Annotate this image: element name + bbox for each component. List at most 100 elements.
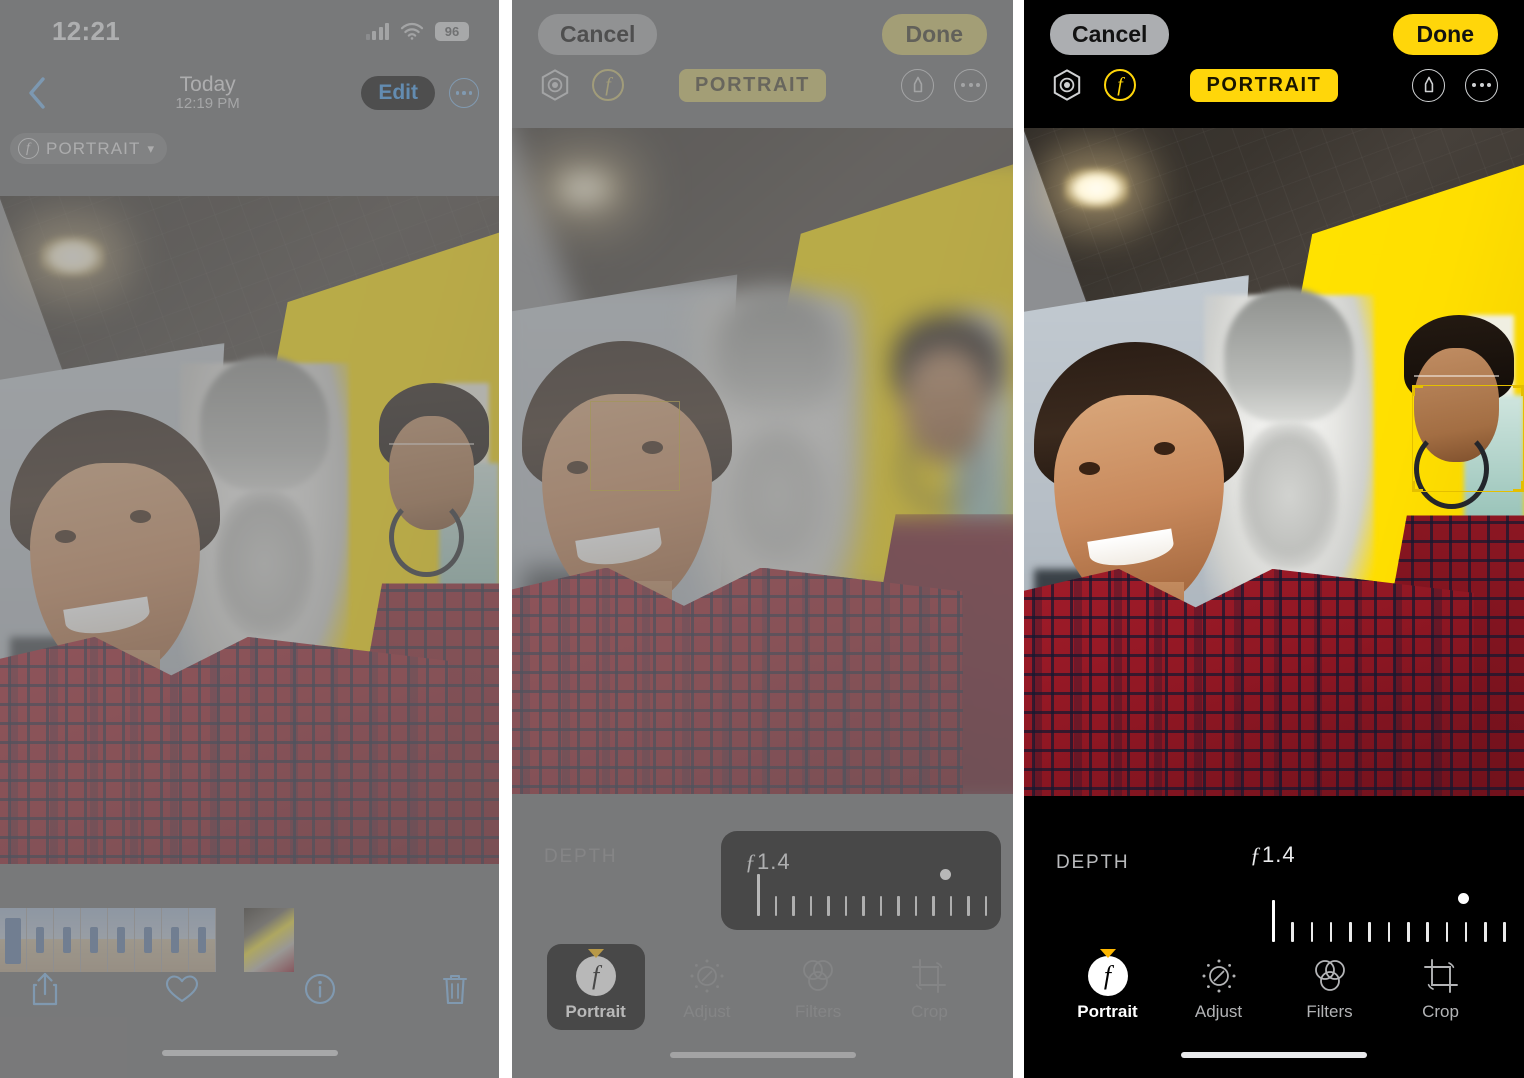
cellular-signal-icon: [365, 22, 389, 40]
panel-divider: [1013, 0, 1024, 1078]
viewer-toolbar: [0, 960, 499, 1022]
tab-label: Filters: [1306, 1002, 1353, 1021]
portrait-f-icon: f: [1059, 954, 1157, 998]
tab-crop[interactable]: Crop: [880, 944, 978, 1030]
face-focus-box: [589, 401, 680, 491]
photo-preview[interactable]: [1024, 128, 1524, 796]
panel-editor-dimmed: Cancel Done f PORTRAIT DEPTH ƒ1.4 f Port…: [512, 0, 1013, 1078]
aperture-f-icon[interactable]: f: [592, 69, 624, 101]
depth-tick: [809, 896, 813, 916]
trash-icon[interactable]: [441, 972, 469, 1011]
depth-number: 1.4: [757, 849, 791, 874]
tab-label: Portrait: [1077, 1002, 1138, 1021]
adjust-dial-icon: [1170, 954, 1268, 998]
portrait-badge-label: PORTRAIT: [46, 138, 141, 158]
depth-ticks[interactable]: [757, 874, 988, 916]
home-indicator: [669, 1052, 856, 1058]
aperture-f-icon[interactable]: f: [1104, 69, 1136, 101]
depth-value: ƒ1.4: [745, 849, 791, 875]
tab-label: Adjust: [683, 1002, 731, 1021]
editor-header-actions: Cancel Done: [512, 0, 1013, 55]
cancel-button[interactable]: Cancel: [1050, 14, 1170, 55]
tab-adjust[interactable]: Adjust: [1170, 944, 1268, 1030]
ellipsis-circle-icon[interactable]: [449, 78, 479, 108]
depth-tick: [932, 896, 935, 916]
depth-slider-knob[interactable]: [1458, 893, 1469, 904]
live-photo-icon[interactable]: [538, 68, 572, 102]
editor-header: Cancel Done f PORTRAIT: [512, 0, 1013, 128]
share-icon[interactable]: [30, 971, 60, 1012]
active-indicator-triangle: [1099, 949, 1116, 958]
page-subtitle: 12:19 PM: [175, 95, 240, 113]
done-button[interactable]: Done: [881, 14, 987, 55]
panel-divider: [499, 0, 512, 1078]
status-clock: 12:21: [52, 15, 120, 46]
status-bar: 12:21 96: [0, 0, 499, 62]
depth-tick: [984, 896, 988, 916]
depth-label: DEPTH: [544, 846, 618, 867]
portrait-chip[interactable]: PORTRAIT: [1190, 68, 1338, 102]
depth-tick: [879, 896, 883, 916]
nav-title-block: Today 12:19 PM: [54, 73, 361, 113]
tab-label: Portrait: [565, 1002, 626, 1021]
depth-value: ƒ1.4: [1250, 842, 1296, 868]
tab-portrait[interactable]: f Portrait: [1059, 944, 1157, 1030]
depth-tick: [897, 896, 900, 916]
info-circle-icon[interactable]: [304, 973, 336, 1010]
filters-circles-icon: [1281, 954, 1379, 998]
ellipsis-circle-icon[interactable]: [1465, 68, 1498, 102]
adjust-dial-icon: [658, 954, 756, 998]
tab-filters[interactable]: Filters: [769, 944, 867, 1030]
tab-adjust[interactable]: Adjust: [658, 944, 756, 1030]
depth-tick: [844, 896, 848, 916]
tab-filters[interactable]: Filters: [1281, 944, 1379, 1030]
page-title: Today: [179, 72, 236, 96]
depth-tick: [914, 896, 918, 916]
screenshot-stage: 12:21 96 Today 12:19 PM Edit f PORTRAIT …: [0, 0, 1524, 1078]
done-button[interactable]: Done: [1392, 14, 1498, 55]
ellipsis-circle-icon[interactable]: [954, 68, 987, 102]
tab-crop[interactable]: Crop: [1392, 944, 1490, 1030]
tab-label: Adjust: [1194, 1002, 1243, 1021]
editor-tool-row: f PORTRAIT: [1024, 55, 1524, 102]
depth-tick: [967, 896, 970, 916]
markup-pen-icon[interactable]: [1412, 68, 1445, 102]
tab-label: Crop: [1422, 1002, 1459, 1021]
depth-control: DEPTH ƒ1.4: [512, 816, 1013, 948]
panel-editor-active: Cancel Done f PORTRAIT DEPTH ƒ1.4 f Port…: [1024, 0, 1524, 1078]
crop-rotate-icon: [880, 954, 978, 998]
tab-portrait[interactable]: f Portrait: [546, 944, 645, 1030]
home-indicator: [1181, 1052, 1367, 1058]
editor-tool-row: f PORTRAIT: [512, 55, 1013, 102]
live-photo-icon[interactable]: [1050, 68, 1084, 102]
chevron-left-icon[interactable]: [20, 76, 54, 110]
depth-slider-panel[interactable]: ƒ1.4: [721, 831, 1001, 930]
cancel-button[interactable]: Cancel: [538, 14, 658, 55]
depth-tick: [827, 896, 830, 916]
status-indicators: 96: [365, 21, 469, 41]
portrait-chip[interactable]: PORTRAIT: [678, 68, 827, 102]
editor-header-actions: Cancel Done: [1024, 0, 1524, 55]
panel-photo-viewer: 12:21 96 Today 12:19 PM Edit f PORTRAIT …: [0, 0, 499, 1078]
portrait-badge[interactable]: f PORTRAIT ▾: [10, 133, 168, 164]
chevron-down-icon: ▾: [147, 140, 156, 156]
face-focus-box: [1411, 385, 1524, 493]
battery-indicator: 96: [435, 21, 469, 41]
markup-pen-icon[interactable]: [901, 68, 934, 102]
editor-tabbar: f Portrait Adjust Filters Crop: [1024, 934, 1524, 1030]
depth-tick: [949, 896, 953, 916]
f-symbol: ƒ: [1250, 842, 1262, 867]
depth-tick: [757, 874, 760, 916]
photo-preview[interactable]: [512, 128, 1013, 794]
heart-icon[interactable]: [165, 974, 199, 1009]
f-symbol: ƒ: [745, 849, 757, 874]
editor-tabbar: f Portrait Adjust Filters Crop: [512, 934, 1013, 1030]
depth-slider-knob[interactable]: [940, 869, 951, 880]
active-indicator-triangle: [587, 949, 604, 958]
wifi-icon: [400, 22, 424, 40]
depth-number: 1.4: [1262, 842, 1296, 867]
edit-button[interactable]: Edit: [361, 76, 435, 110]
portrait-f-icon: f: [547, 954, 645, 998]
photo-image[interactable]: [0, 196, 499, 864]
tab-label: Filters: [794, 1002, 842, 1021]
